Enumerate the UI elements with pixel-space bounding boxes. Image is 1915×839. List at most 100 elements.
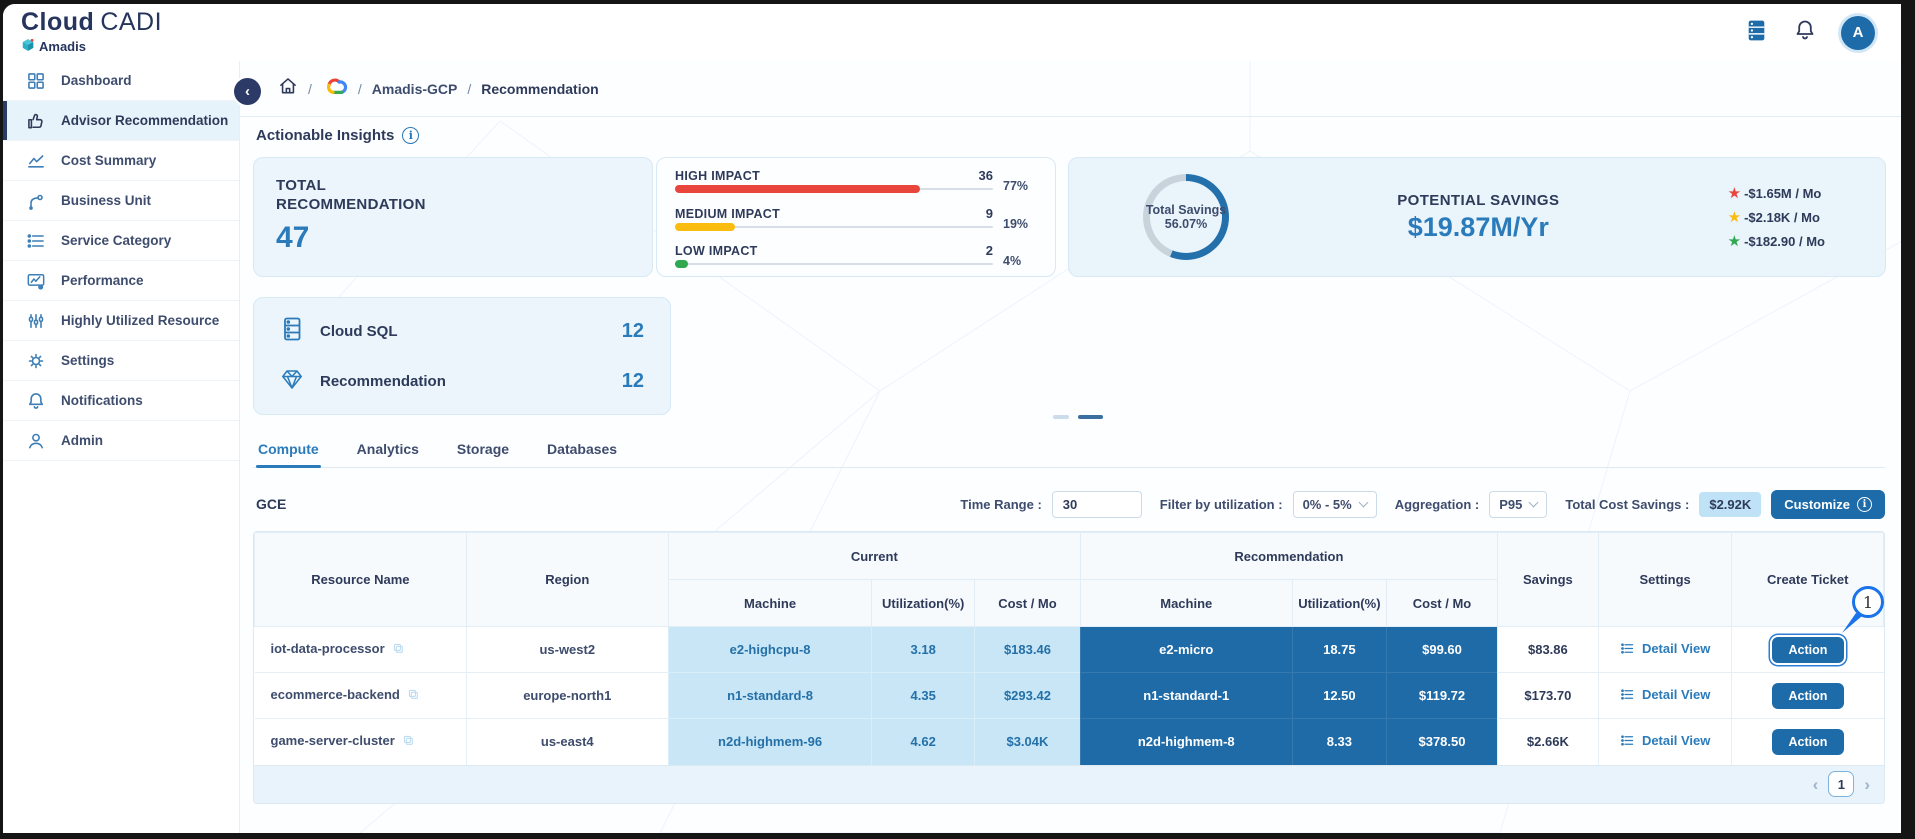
thumbs-up-icon bbox=[25, 110, 47, 132]
top-header: Cloud CADI Amadis A bbox=[3, 4, 1901, 61]
aggregation-select[interactable]: P95 bbox=[1489, 490, 1548, 518]
impact-summary-card: HIGH IMPACT 36 77% MEDIUM IMPACT 9 19% LOW… bbox=[656, 157, 1056, 277]
card-carousel-indicators bbox=[1053, 415, 1103, 419]
time-range-label: Time Range : bbox=[960, 496, 1042, 512]
sidebar-item-highly-utilized-resource[interactable]: Highly Utilized Resource bbox=[3, 301, 239, 341]
utilization-filter-value: 0% - 5% bbox=[1302, 496, 1352, 512]
impact-percent: 77% bbox=[1003, 179, 1029, 193]
tab-databases[interactable]: Databases bbox=[545, 437, 619, 467]
previous-page-icon[interactable]: ‹ bbox=[1813, 776, 1819, 793]
sidebar-item-label: Cost Summary bbox=[61, 153, 157, 168]
detail-view-link[interactable]: Detail View bbox=[1620, 733, 1710, 748]
low-impact-row: LOW IMPACT 2 4% bbox=[675, 243, 1037, 268]
gem-icon bbox=[280, 367, 304, 396]
col-header-current-cost[interactable]: Cost / Mo bbox=[974, 579, 1081, 627]
sidebar-item-admin[interactable]: Admin bbox=[3, 421, 239, 461]
recommended-utilization-cell: 8.33 bbox=[1291, 718, 1387, 765]
chevron-down-icon bbox=[1528, 497, 1539, 507]
current-utilization-cell: 3.18 bbox=[871, 626, 975, 673]
copy-icon[interactable] bbox=[402, 735, 415, 750]
carousel-dash-active[interactable] bbox=[1078, 415, 1103, 419]
col-header-rec-machine[interactable]: Machine bbox=[1079, 579, 1293, 627]
sidebar-item-label: Service Category bbox=[61, 233, 172, 248]
savings-item-low: ★ -$182.90 / Mo bbox=[1727, 231, 1825, 250]
impact-percent: 19% bbox=[1003, 216, 1029, 231]
total-recommendation-card: TOTAL RECOMMENDATION 47 bbox=[253, 157, 653, 277]
tab-storage[interactable]: Storage bbox=[455, 437, 511, 467]
sidebar-item-dashboard[interactable]: Dashboard bbox=[3, 61, 239, 101]
current-cost-cell: $293.42 bbox=[974, 672, 1081, 719]
breadcrumb-separator: / bbox=[357, 80, 362, 97]
col-header-settings[interactable]: Settings bbox=[1597, 532, 1733, 627]
actionable-insights-header: Actionable Insights bbox=[256, 127, 420, 144]
detail-view-label: Detail View bbox=[1641, 640, 1711, 656]
impact-bar-track bbox=[675, 185, 993, 193]
high-impact-row: HIGH IMPACT 36 77% bbox=[675, 168, 1037, 193]
next-page-icon[interactable]: › bbox=[1864, 776, 1870, 793]
tab-compute[interactable]: Compute bbox=[256, 437, 321, 468]
copy-icon[interactable] bbox=[407, 689, 420, 704]
company-name: Amadis bbox=[39, 39, 86, 54]
total-cost-savings-label: Total Cost Savings : bbox=[1565, 496, 1690, 512]
sidebar-item-service-category[interactable]: Service Category bbox=[3, 221, 239, 261]
data-server-icon[interactable] bbox=[1744, 18, 1769, 48]
table-row: ecommerce-backend europe-north1 n1-stand… bbox=[254, 672, 1884, 719]
action-button[interactable]: Action bbox=[1771, 682, 1845, 709]
aggregation-value: P95 bbox=[1499, 496, 1523, 512]
gcp-cloud-icon[interactable] bbox=[322, 75, 348, 102]
tab-analytics[interactable]: Analytics bbox=[355, 437, 421, 467]
info-icon[interactable] bbox=[402, 127, 420, 144]
col-header-current-utilization[interactable]: Utilization(%) bbox=[871, 579, 975, 627]
aggregation-label: Aggregation : bbox=[1394, 496, 1480, 512]
detail-view-label: Detail View bbox=[1641, 732, 1711, 748]
impact-bar-track bbox=[675, 222, 993, 231]
user-avatar[interactable]: A bbox=[1841, 15, 1875, 50]
list-icon bbox=[25, 230, 47, 252]
customize-button[interactable]: Customize bbox=[1771, 489, 1885, 519]
savings-cell: $83.86 bbox=[1496, 626, 1599, 673]
sidebar-item-label: Admin bbox=[61, 433, 103, 448]
utilization-filter-select[interactable]: 0% - 5% bbox=[1292, 490, 1377, 518]
sidebar-item-settings[interactable]: Settings bbox=[3, 341, 239, 381]
page-number[interactable]: 1 bbox=[1828, 771, 1855, 797]
sidebar-item-advisor-recommendation[interactable]: Advisor Recommendation bbox=[3, 101, 239, 141]
utilization-filter-label: Filter by utilization : bbox=[1159, 496, 1283, 512]
col-header-current-machine[interactable]: Machine bbox=[667, 579, 873, 627]
time-range-input[interactable] bbox=[1051, 490, 1142, 518]
col-header-resource-name[interactable]: Resource Name bbox=[254, 532, 467, 627]
breadcrumb-separator: / bbox=[308, 80, 312, 97]
carousel-dash-inactive[interactable] bbox=[1053, 415, 1069, 419]
action-button[interactable]: Action bbox=[1771, 636, 1845, 663]
col-header-region[interactable]: Region bbox=[465, 532, 669, 627]
sidebar-collapse-button[interactable]: ‹ bbox=[234, 78, 261, 105]
yellow-star-icon: ★ bbox=[1727, 207, 1742, 226]
detail-view-link[interactable]: Detail View bbox=[1620, 687, 1710, 702]
detail-view-link[interactable]: Detail View bbox=[1620, 641, 1710, 656]
chevron-down-icon bbox=[1358, 497, 1369, 507]
impact-bar-fill bbox=[675, 260, 688, 268]
copy-icon[interactable] bbox=[392, 643, 405, 658]
breadcrumb: / / Amadis-GCP / Recommendation bbox=[240, 61, 1901, 117]
savings-breakdown-list: ★ -$1.65M / Mo ★ -$2.18K / Mo ★ -$182.90 / … bbox=[1727, 185, 1825, 250]
recommended-utilization-cell: 12.50 bbox=[1291, 672, 1387, 719]
col-header-rec-cost[interactable]: Cost / Mo bbox=[1386, 579, 1498, 627]
notifications-bell-icon[interactable] bbox=[1793, 18, 1817, 47]
resource-name: iot-data-processor bbox=[270, 641, 385, 656]
action-button[interactable]: Action bbox=[1771, 728, 1845, 755]
breadcrumb-project[interactable]: Amadis-GCP bbox=[372, 81, 458, 97]
green-star-icon: ★ bbox=[1727, 231, 1742, 250]
home-icon[interactable] bbox=[278, 76, 298, 101]
sidebar-item-cost-summary[interactable]: Cost Summary bbox=[3, 141, 239, 181]
sliders-icon bbox=[25, 310, 47, 332]
impact-count: 9 bbox=[985, 205, 993, 221]
sidebar-item-notifications[interactable]: Notifications bbox=[3, 381, 239, 421]
col-header-savings[interactable]: Savings bbox=[1496, 532, 1599, 627]
current-machine-cell: n2d-highmem-96 bbox=[667, 718, 872, 765]
savings-item-text: -$1.65M / Mo bbox=[1744, 185, 1822, 201]
sidebar-item-business-unit[interactable]: Business Unit bbox=[3, 181, 239, 221]
current-cost-cell: $183.46 bbox=[974, 626, 1081, 673]
col-header-rec-utilization[interactable]: Utilization(%) bbox=[1291, 579, 1388, 627]
gce-recommendation-table: Resource Name Region Current Recommendat… bbox=[253, 531, 1885, 804]
sidebar-item-performance[interactable]: Performance bbox=[3, 261, 239, 301]
resource-name: game-server-cluster bbox=[270, 733, 395, 749]
